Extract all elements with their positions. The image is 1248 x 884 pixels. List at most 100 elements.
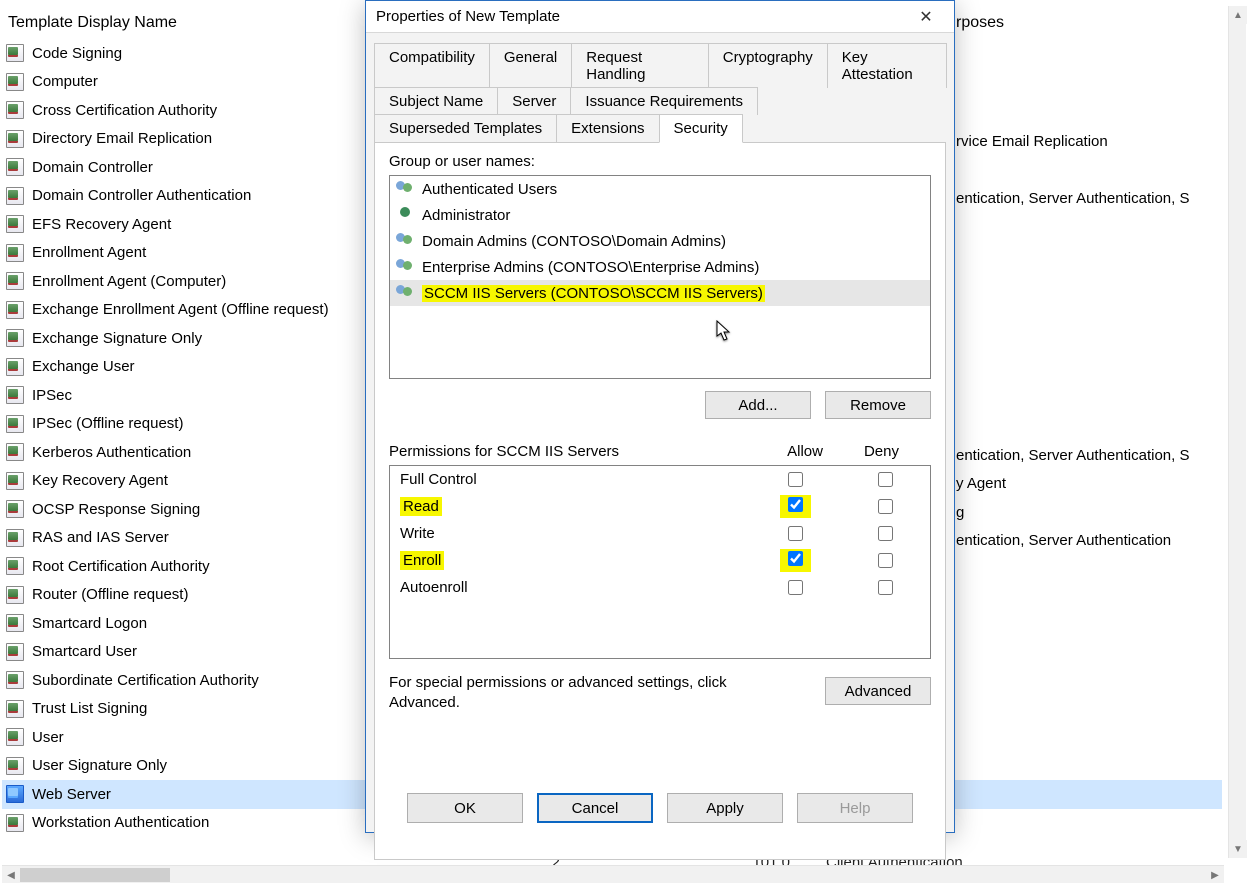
vertical-scrollbar[interactable]: ▲ ▼ (1228, 6, 1246, 858)
deny-checkbox[interactable] (878, 526, 893, 541)
template-icon (6, 215, 24, 233)
template-name: Key Recovery Agent (32, 472, 168, 489)
template-icon (6, 101, 24, 119)
deny-checkbox[interactable] (878, 499, 893, 514)
scroll-right-icon[interactable]: ▶ (1206, 866, 1224, 884)
template-icon (6, 158, 24, 176)
tab-cryptography[interactable]: Cryptography (708, 43, 828, 88)
template-name: Exchange Enrollment Agent (Offline reque… (32, 301, 329, 318)
allow-checkbox[interactable] (788, 580, 803, 595)
column-header-purposes[interactable]: rposes (952, 8, 1232, 42)
deny-checkbox[interactable] (878, 553, 893, 568)
group-row[interactable]: Enterprise Admins (CONTOSO\Enterprise Ad… (390, 254, 930, 280)
purpose-cell (952, 812, 1232, 841)
template-icon (6, 244, 24, 262)
purpose-cell (952, 698, 1232, 727)
template-name: Domain Controller Authentication (32, 187, 251, 204)
permission-row: Read (390, 493, 930, 520)
tab-key-attestation[interactable]: Key Attestation (827, 43, 947, 88)
permissions-label: Permissions for SCCM IIS Servers (389, 443, 619, 460)
tab-issuance-requirements[interactable]: Issuance Requirements (570, 87, 758, 115)
permission-row: Enroll (390, 547, 930, 574)
template-name: Enrollment Agent (Computer) (32, 273, 226, 290)
template-name: Subordinate Certification Authority (32, 672, 259, 689)
group-row[interactable]: Administrator (390, 202, 930, 228)
template-name: RAS and IAS Server (32, 529, 169, 546)
group-listbox[interactable]: Authenticated UsersAdministratorDomain A… (389, 175, 931, 379)
group-row[interactable]: Domain Admins (CONTOSO\Domain Admins) (390, 228, 930, 254)
tab-compatibility[interactable]: Compatibility (374, 43, 490, 88)
template-icon (6, 700, 24, 718)
permission-name: Autoenroll (400, 579, 750, 596)
template-name: Cross Certification Authority (32, 102, 217, 119)
template-icon (6, 329, 24, 347)
apply-button[interactable]: Apply (667, 793, 783, 823)
allow-checkbox[interactable] (788, 497, 803, 512)
tab-panel-security: Group or user names: Authenticated Users… (374, 142, 946, 860)
template-name: EFS Recovery Agent (32, 216, 171, 233)
template-name: IPSec (32, 387, 72, 404)
scroll-down-icon[interactable]: ▼ (1229, 840, 1247, 858)
purpose-cell: entication, Server Authentication, S (952, 441, 1232, 470)
groups-label: Group or user names: (389, 153, 535, 170)
template-name: Directory Email Replication (32, 130, 212, 147)
ok-button[interactable]: OK (407, 793, 523, 823)
template-name: Workstation Authentication (32, 814, 209, 831)
allow-checkbox[interactable] (788, 526, 803, 541)
group-icon (396, 259, 416, 275)
template-icon (6, 73, 24, 91)
group-name: Enterprise Admins (CONTOSO\Enterprise Ad… (422, 259, 759, 276)
template-icon (6, 386, 24, 404)
tab-server[interactable]: Server (497, 87, 571, 115)
scroll-thumb[interactable] (20, 868, 170, 882)
template-icon (6, 301, 24, 319)
template-icon (6, 586, 24, 604)
template-name: Enrollment Agent (32, 244, 146, 261)
advanced-button[interactable]: Advanced (825, 677, 931, 705)
purpose-cell (952, 213, 1232, 242)
tab-subject-name[interactable]: Subject Name (374, 87, 498, 115)
template-name: Exchange User (32, 358, 135, 375)
tab-security[interactable]: Security (659, 114, 743, 143)
allow-checkbox[interactable] (788, 472, 803, 487)
purpose-cell (952, 413, 1232, 442)
template-name: User Signature Only (32, 757, 167, 774)
cancel-button[interactable]: Cancel (537, 793, 653, 823)
horizontal-scrollbar[interactable]: ◀ ▶ (2, 865, 1224, 883)
permission-row: Autoenroll (390, 574, 930, 601)
allow-checkbox[interactable] (788, 551, 803, 566)
deny-checkbox[interactable] (878, 472, 893, 487)
tab-request-handling[interactable]: Request Handling (571, 43, 709, 88)
scroll-left-icon[interactable]: ◀ (2, 866, 20, 884)
purpose-cell (952, 555, 1232, 584)
scroll-up-icon[interactable]: ▲ (1229, 6, 1247, 24)
template-icon (6, 728, 24, 746)
permission-name: Full Control (400, 471, 750, 488)
deny-checkbox[interactable] (878, 580, 893, 595)
template-icon (6, 814, 24, 832)
help-button[interactable]: Help (797, 793, 913, 823)
template-name: Domain Controller (32, 159, 153, 176)
tab-superseded-templates[interactable]: Superseded Templates (374, 114, 557, 143)
purpose-cell: rvice Email Replication (952, 128, 1232, 157)
purpose-cell (952, 783, 1232, 812)
template-name: User (32, 729, 64, 746)
template-name: Router (Offline request) (32, 586, 188, 603)
template-icon (6, 272, 24, 290)
template-icon (6, 472, 24, 490)
purpose-cell: g (952, 498, 1232, 527)
add-button[interactable]: Add... (705, 391, 811, 419)
remove-button[interactable]: Remove (825, 391, 931, 419)
dialog-titlebar[interactable]: Properties of New Template ✕ (366, 1, 954, 33)
group-row[interactable]: SCCM IIS Servers (CONTOSO\SCCM IIS Serve… (390, 280, 930, 306)
permission-row: Write (390, 520, 930, 547)
advanced-hint: For special permissions or advanced sett… (389, 673, 749, 712)
close-button[interactable]: ✕ (906, 3, 946, 31)
dialog-button-bar: OK Cancel Apply Help (366, 784, 954, 832)
template-icon (6, 671, 24, 689)
template-name: Root Certification Authority (32, 558, 210, 575)
tab-extensions[interactable]: Extensions (556, 114, 659, 143)
tab-general[interactable]: General (489, 43, 572, 88)
group-row[interactable]: Authenticated Users (390, 176, 930, 202)
purpose-cell (952, 384, 1232, 413)
